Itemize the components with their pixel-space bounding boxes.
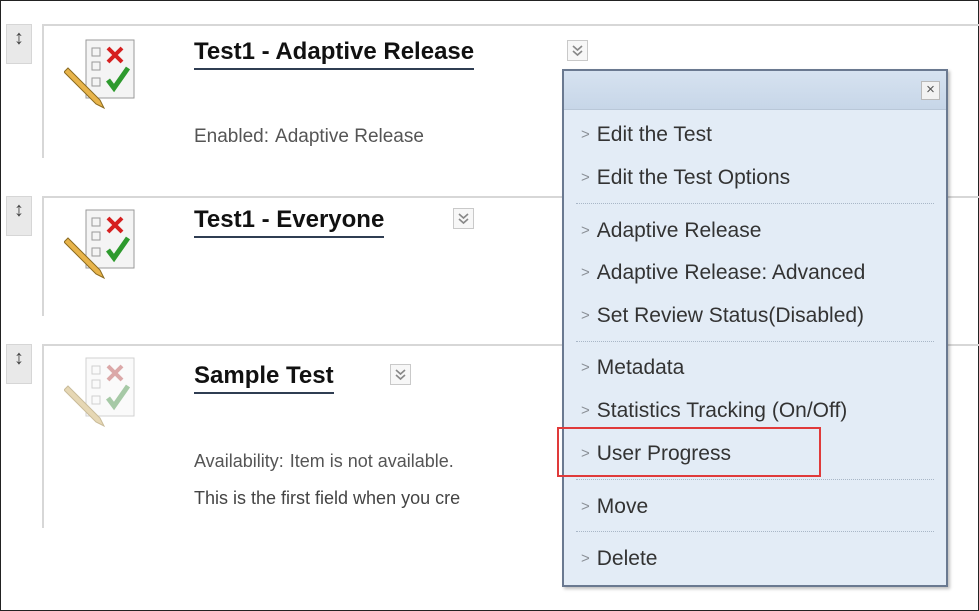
test-icon — [63, 34, 154, 114]
menu-item-move[interactable]: > Move — [581, 495, 648, 519]
chevron-down-icon[interactable] — [390, 364, 411, 385]
menu-separator — [576, 203, 934, 204]
menu-item-delete[interactable]: > Delete — [581, 547, 657, 571]
item-title-link[interactable]: Test1 - Everyone — [194, 206, 385, 238]
chevron-down-icon[interactable] — [567, 40, 588, 61]
menu-item-statistics-tracking[interactable]: > Statistics Tracking (On/Off) — [581, 399, 847, 423]
item-border — [42, 344, 44, 528]
drag-handle-icon[interactable]: ↕ — [6, 344, 32, 384]
highlight-box — [557, 427, 821, 477]
item-title-link[interactable]: Test1 - Adaptive Release — [194, 38, 475, 70]
menu-header: × — [564, 71, 946, 110]
menu-item-edit-test-options[interactable]: > Edit the Test Options — [581, 166, 790, 190]
item-description: This is the first field when you cre — [194, 488, 461, 508]
menu-separator — [576, 479, 934, 480]
context-menu: × > Edit the Test > Edit the Test Options … — [562, 69, 948, 587]
item-detail: Enabled: Adaptive Release — [194, 126, 424, 147]
menu-item-adaptive-release-advanced[interactable]: > Adaptive Release: Advanced — [581, 261, 865, 285]
menu-item-adaptive-release[interactable]: > Adaptive Release — [581, 219, 761, 243]
item-title-link[interactable]: Sample Test — [194, 362, 334, 394]
menu-separator — [576, 341, 934, 342]
test-icon — [63, 204, 154, 284]
item-border — [42, 24, 44, 158]
item-divider — [44, 24, 979, 26]
menu-item-set-review-status[interactable]: > Set Review Status(Disabled) — [581, 304, 864, 328]
menu-item-edit-test[interactable]: > Edit the Test — [581, 123, 712, 147]
chevron-down-icon[interactable] — [453, 208, 474, 229]
menu-separator — [576, 531, 934, 532]
close-icon[interactable]: × — [921, 81, 940, 100]
drag-handle-icon[interactable]: ↕ — [6, 24, 32, 64]
drag-handle-icon[interactable]: ↕ — [6, 196, 32, 236]
test-icon-faded — [63, 352, 154, 432]
menu-item-metadata[interactable]: > Metadata — [581, 356, 684, 380]
item-detail: Availability: Item is not available. — [194, 451, 454, 471]
item-border — [42, 196, 44, 316]
